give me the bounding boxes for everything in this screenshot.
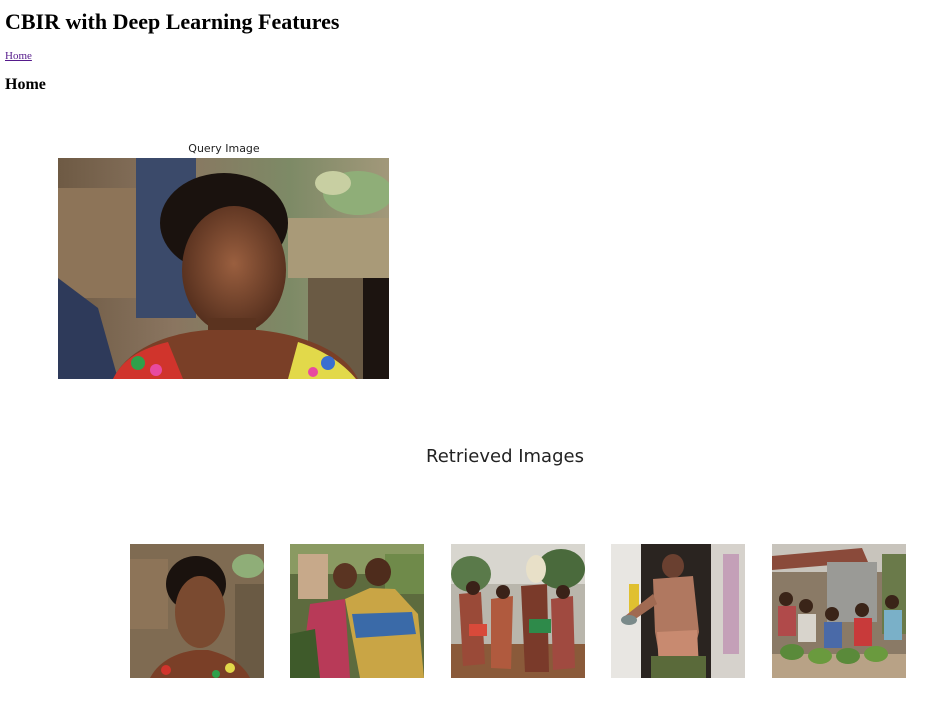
nav-home-link[interactable]: Home [5,50,32,63]
tribal-dancers-photo [451,544,585,678]
woman-portrait-photo [130,544,264,678]
retrieved-image-3 [451,544,585,678]
retrieved-image-1 [130,544,264,678]
retrieved-image-2 [290,544,424,678]
retrieved-image-4 [611,544,745,678]
page-title: CBIR with Deep Learning Features [5,9,340,34]
query-image-caption: Query Image [188,142,260,155]
children-in-woven-shawl-photo [290,544,424,678]
query-image [58,158,389,379]
man-at-doorway-photo [611,544,745,678]
retrieved-images-caption: Retrieved Images [426,446,584,467]
woman-portrait-photo [58,158,389,379]
section-heading: Home [5,76,46,93]
retrieved-image-5 [772,544,906,678]
market-crowd-photo [772,544,906,678]
